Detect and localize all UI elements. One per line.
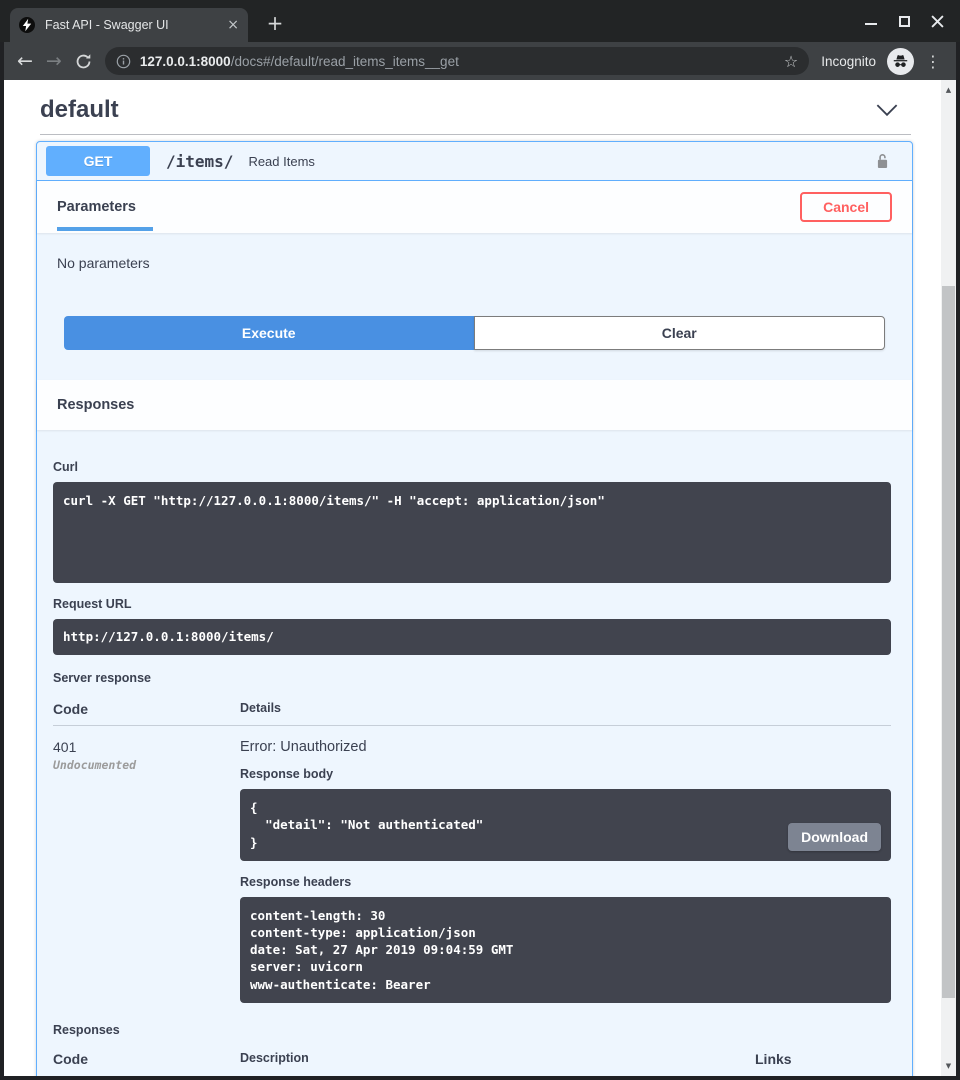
unlock-icon[interactable]: [874, 151, 891, 172]
close-tab-icon[interactable]: ×: [227, 18, 239, 32]
site-info-icon[interactable]: [116, 54, 131, 69]
endpoint-summary: Read Items: [248, 154, 314, 169]
curl-command: curl -X GET "http://127.0.0.1:8000/items…: [53, 482, 891, 583]
response-body-label: Response body: [240, 767, 891, 781]
description-column-header: Description: [240, 1051, 755, 1067]
endpoint-path: /items/: [166, 152, 233, 171]
forward-button[interactable]: →: [46, 52, 62, 71]
clear-button[interactable]: Clear: [474, 316, 886, 350]
parameters-body: No parameters Execute Clear: [37, 233, 912, 380]
request-url-value: http://127.0.0.1:8000/items/: [53, 619, 891, 655]
browser-menu-icon[interactable]: ⋮: [925, 52, 941, 71]
swagger-page: default GET /items/ Read Items Parameter…: [4, 80, 941, 1076]
parameters-header: Parameters Cancel: [37, 181, 912, 233]
server-response-label: Server response: [53, 671, 891, 685]
no-parameters-text: No parameters: [37, 233, 912, 271]
scrollbar[interactable]: ▲ ▼: [941, 80, 956, 1076]
details-cell: Error: Unauthorized Response body { "det…: [240, 739, 891, 1003]
download-button[interactable]: Download: [788, 823, 881, 851]
scroll-down-arrow[interactable]: ▼: [941, 1062, 956, 1070]
code-column-header: Code: [53, 701, 240, 717]
incognito-label: Incognito: [821, 54, 876, 69]
window-controls: [864, 0, 960, 42]
minimize-button[interactable]: [864, 14, 878, 28]
api-section-title: default: [40, 96, 119, 124]
execute-row: Execute Clear: [37, 271, 912, 380]
response-body-wrap: { "detail": "Not authenticated" } Downlo…: [240, 789, 891, 861]
operation-block: GET /items/ Read Items Parameters Cancel…: [36, 141, 913, 1076]
url-text[interactable]: 127.0.0.1:8000/docs#/default/read_items_…: [140, 54, 776, 69]
back-button[interactable]: ←: [17, 52, 33, 71]
chevron-down-icon[interactable]: [875, 103, 911, 118]
status-cell: 401 Undocumented: [53, 739, 240, 1003]
active-tab-indicator: [57, 227, 153, 231]
responses-body: Curl curl -X GET "http://127.0.0.1:8000/…: [37, 430, 912, 1076]
section-divider: [40, 134, 911, 135]
new-tab-button[interactable]: +: [261, 10, 289, 38]
operation-summary[interactable]: GET /items/ Read Items: [37, 142, 912, 181]
tab-title: Fast API - Swagger UI: [45, 18, 221, 32]
code-column-header: Code: [53, 1051, 240, 1067]
links-column-header: Links: [755, 1051, 891, 1067]
response-headers-label: Response headers: [240, 875, 891, 889]
cancel-button[interactable]: Cancel: [800, 192, 892, 222]
execute-button[interactable]: Execute: [64, 316, 474, 350]
reload-button[interactable]: [75, 53, 92, 70]
maximize-button[interactable]: [897, 14, 911, 28]
documented-responses-label: Responses: [53, 1023, 891, 1037]
live-response-row: 401 Undocumented Error: Unauthorized Res…: [53, 726, 891, 1003]
response-error-text: Error: Unauthorized: [240, 739, 891, 755]
scrollbar-thumb[interactable]: [942, 286, 955, 998]
curl-label: Curl: [53, 460, 891, 474]
fastapi-favicon-icon: [19, 17, 35, 33]
request-url-label: Request URL: [53, 597, 891, 611]
response-headers-value: content-length: 30 content-type: applica…: [240, 897, 891, 1003]
browser-toolbar: ← → 127.0.0.1:8000/docs#/default/read_it…: [4, 42, 956, 80]
details-column-header: Details: [240, 701, 891, 717]
close-window-button[interactable]: [930, 14, 944, 28]
incognito-icon: [887, 48, 914, 75]
status-code: 401: [53, 739, 240, 755]
address-bar[interactable]: 127.0.0.1:8000/docs#/default/read_items_…: [105, 47, 809, 75]
undocumented-note: Undocumented: [53, 758, 240, 772]
http-method-badge: GET: [46, 146, 150, 176]
responses-section-title: Responses: [57, 397, 134, 413]
parameters-tab[interactable]: Parameters: [57, 181, 136, 233]
tab-strip: Fast API - Swagger UI × +: [0, 0, 960, 42]
browser-window: Fast API - Swagger UI × + ← → 127.0.0.1:…: [0, 0, 960, 1080]
scroll-up-arrow[interactable]: ▲: [941, 86, 956, 94]
bookmark-star-icon[interactable]: ☆: [784, 52, 798, 71]
live-response-table-header: Code Details: [53, 701, 891, 726]
browser-tab[interactable]: Fast API - Swagger UI ×: [10, 8, 248, 42]
responses-table-header: Code Description Links: [53, 1051, 891, 1076]
parameters-tab-label: Parameters: [57, 199, 136, 215]
responses-header: Responses: [37, 380, 912, 430]
